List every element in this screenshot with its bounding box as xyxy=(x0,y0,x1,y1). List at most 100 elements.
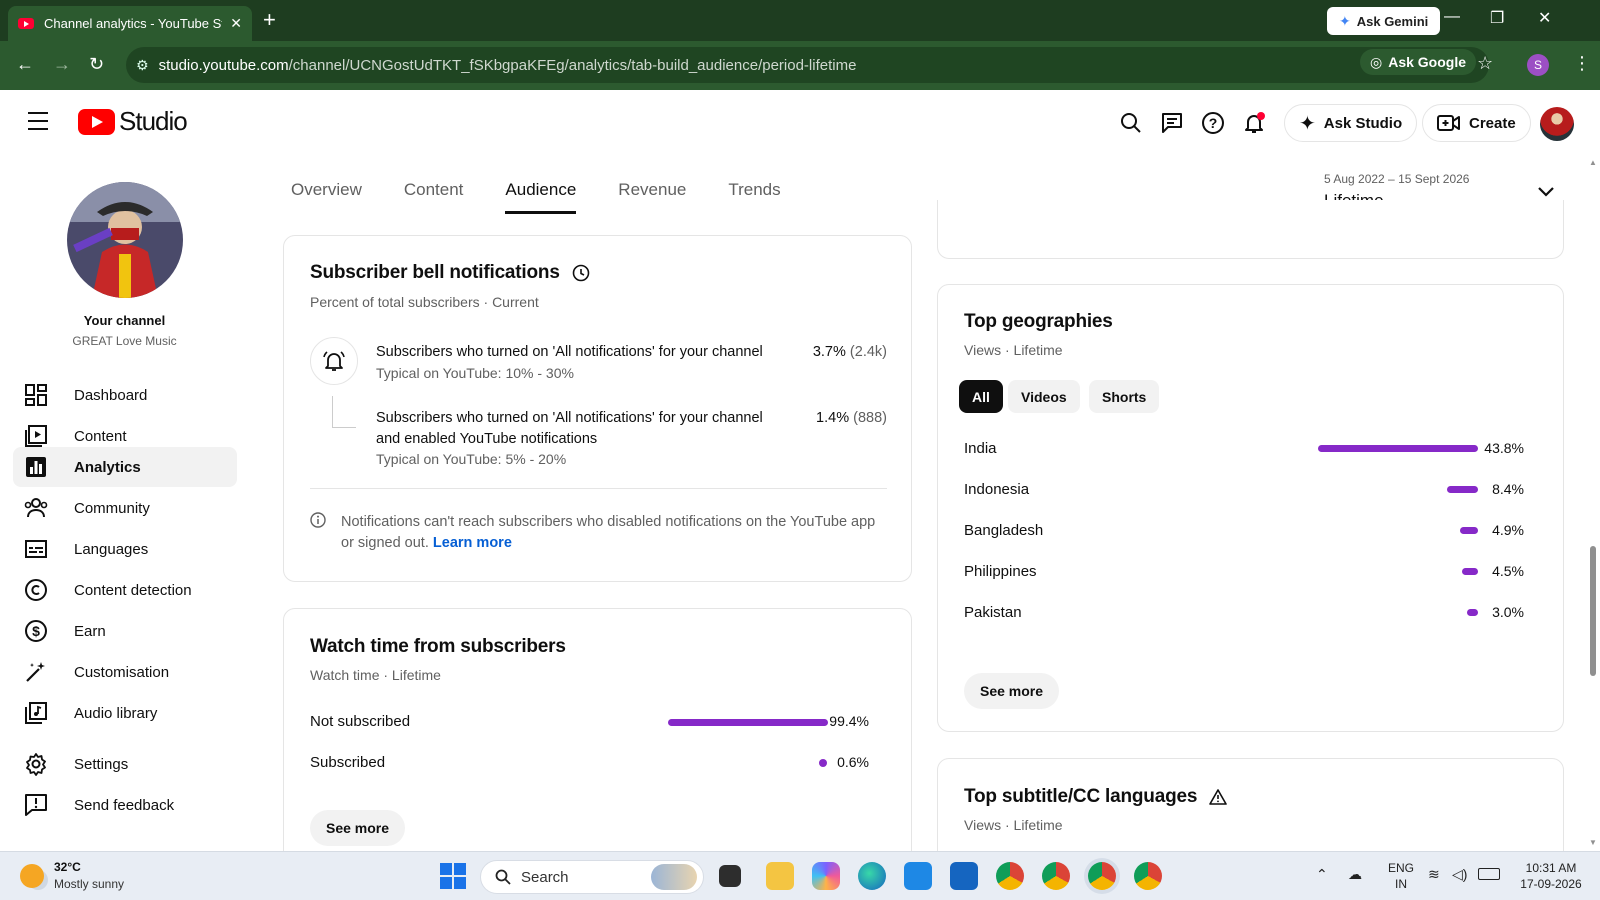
tray-overflow-icon[interactable]: ⌃ xyxy=(1316,866,1328,882)
notifications-bell-icon[interactable] xyxy=(1241,110,1267,136)
studio-logo[interactable]: Studio xyxy=(78,106,188,137)
scrollbar-thumb[interactable] xyxy=(1590,546,1596,676)
create-button[interactable]: Create xyxy=(1422,104,1531,142)
ask-studio-button[interactable]: ✦ Ask Studio xyxy=(1284,104,1418,142)
warning-icon[interactable] xyxy=(1209,789,1228,805)
tab-overview[interactable]: Overview xyxy=(291,180,362,214)
chip-shorts[interactable]: Shorts xyxy=(1089,380,1160,413)
period-range: 5 Aug 2022 – 15 Sept 2026 xyxy=(1324,172,1470,186)
tab-audience[interactable]: Audience xyxy=(505,180,576,214)
sidebar-item-label: Customisation xyxy=(74,663,170,681)
scroll-up-icon[interactable]: ▲ xyxy=(1589,158,1597,167)
sidebar-item-audio-library[interactable]: Audio library xyxy=(13,693,237,733)
chip-all[interactable]: All xyxy=(959,380,1003,413)
bookmark-star-icon[interactable]: ☆ xyxy=(1477,53,1493,74)
sidebar-item-dashboard[interactable]: Dashboard xyxy=(13,375,237,415)
analytics-icon xyxy=(24,455,48,479)
channel-name: GREAT Love Music xyxy=(72,334,177,348)
minimize-icon[interactable]: — xyxy=(1444,8,1460,26)
language-indicator[interactable]: ENG IN xyxy=(1388,860,1414,892)
tab-revenue[interactable]: Revenue xyxy=(618,180,686,214)
browser-menu-icon[interactable]: ⋮ xyxy=(1573,53,1591,74)
sidebar-item-earn[interactable]: $ Earn xyxy=(13,611,237,651)
youtube-logo-icon xyxy=(78,108,115,135)
taskbar-search-label: Search xyxy=(521,868,569,886)
bell-row1-value: 3.7% (2.4k) xyxy=(813,344,887,360)
see-more-button[interactable]: See more xyxy=(310,810,406,846)
forward-icon[interactable]: → xyxy=(53,54,71,75)
chip-videos[interactable]: Videos xyxy=(1008,380,1080,413)
tree-connector xyxy=(332,396,356,428)
info-icon xyxy=(310,512,326,533)
hamburger-menu-icon[interactable] xyxy=(28,112,48,136)
copilot-icon[interactable] xyxy=(812,862,840,890)
chrome-active-icon[interactable] xyxy=(1088,862,1116,890)
tab-content[interactable]: Content xyxy=(404,180,464,214)
search-icon xyxy=(495,869,511,885)
geo-row-label: India xyxy=(964,440,997,457)
bell-row2-typical: Typical on YouTube: 5% - 20% xyxy=(376,451,567,467)
restore-icon[interactable]: ❐ xyxy=(1490,8,1504,28)
weather-condition[interactable]: Mostly sunny xyxy=(54,877,124,891)
tab-trends[interactable]: Trends xyxy=(728,180,780,214)
browser-tab[interactable]: Channel analytics - YouTube Studio ✕ xyxy=(8,6,252,41)
task-view-icon[interactable] xyxy=(719,865,741,887)
address-bar[interactable]: ⚙ studio.youtube.com/channel/UCNGostUdTK… xyxy=(126,47,1489,83)
see-more-button[interactable]: See more xyxy=(964,673,1060,709)
site-info-icon[interactable]: ⚙ xyxy=(136,57,149,74)
sidebar-item-settings[interactable]: Settings xyxy=(13,744,237,784)
learn-more-link[interactable]: Learn more xyxy=(433,535,512,551)
watch-row-pct: 0.6% xyxy=(837,754,869,770)
windows-start-icon[interactable] xyxy=(440,863,466,889)
onedrive-icon[interactable]: ☁ xyxy=(1348,866,1362,882)
back-icon[interactable]: ← xyxy=(16,54,34,75)
sidebar-item-community[interactable]: Community xyxy=(13,488,237,528)
tab-close-icon[interactable]: ✕ xyxy=(230,15,242,32)
search-icon[interactable] xyxy=(1118,110,1144,136)
edge-browser-icon[interactable] xyxy=(858,862,886,890)
volume-icon[interactable]: ◁) xyxy=(1452,866,1467,882)
svg-text:?: ? xyxy=(1209,115,1218,131)
sidebar-item-label: Dashboard xyxy=(74,386,148,404)
geo-row-bar xyxy=(1318,445,1478,452)
page-scrollbar[interactable]: ▲ ▼ xyxy=(1586,156,1600,851)
wifi-icon[interactable]: ≋ xyxy=(1428,866,1440,882)
scroll-down-icon[interactable]: ▼ xyxy=(1589,838,1597,847)
search-highlight-image xyxy=(651,864,697,890)
url-host: studio.youtube.com xyxy=(158,56,289,74)
new-tab-icon[interactable]: + xyxy=(263,6,276,34)
battery-icon[interactable] xyxy=(1478,868,1500,880)
chrome-profile-icon[interactable] xyxy=(1042,862,1070,890)
browser-profile-avatar[interactable]: S xyxy=(1527,54,1549,76)
clock[interactable]: 10:31 AM 17-09-2026 xyxy=(1516,860,1586,892)
weather-sun-icon[interactable] xyxy=(20,864,44,888)
sidebar-item-send-feedback[interactable]: Send feedback xyxy=(13,785,237,825)
ask-google-button[interactable]: ◎ Ask Google xyxy=(1360,49,1477,75)
help-icon[interactable]: ? xyxy=(1200,110,1226,136)
chrome-icon[interactable] xyxy=(996,862,1024,890)
ask-gemini-button[interactable]: ✦ Ask Gemini xyxy=(1327,7,1441,35)
community-icon xyxy=(24,496,48,520)
sidebar-item-content-detection[interactable]: Content detection xyxy=(13,570,237,610)
microsoft-store-icon[interactable] xyxy=(904,862,932,890)
weather-temp[interactable]: 32°C xyxy=(54,860,81,874)
app-icon[interactable] xyxy=(950,862,978,890)
taskbar-search-box[interactable]: Search xyxy=(480,860,704,894)
feedback-comments-icon[interactable] xyxy=(1159,110,1185,136)
card-subtitle: Views · Lifetime xyxy=(964,342,1063,358)
sidebar-item-customisation[interactable]: Customisation xyxy=(13,652,237,692)
svg-text:$: $ xyxy=(32,623,40,639)
file-explorer-icon[interactable] xyxy=(766,862,794,890)
magic-wand-icon xyxy=(24,660,48,684)
card-subtitle: Watch time · Lifetime xyxy=(310,667,441,683)
sidebar-item-label: Send feedback xyxy=(74,796,175,814)
account-avatar[interactable] xyxy=(1540,107,1574,141)
clock-icon[interactable] xyxy=(572,264,590,282)
sidebar-item-languages[interactable]: Languages xyxy=(13,529,237,569)
reload-icon[interactable]: ↻ xyxy=(89,54,104,75)
chrome-profile-2-icon[interactable] xyxy=(1134,862,1162,890)
sidebar-item-analytics[interactable]: Analytics xyxy=(13,447,237,487)
bell-row1-count: (2.4k) xyxy=(849,344,887,360)
channel-avatar[interactable] xyxy=(67,182,183,298)
window-close-icon[interactable]: ✕ xyxy=(1538,8,1551,28)
